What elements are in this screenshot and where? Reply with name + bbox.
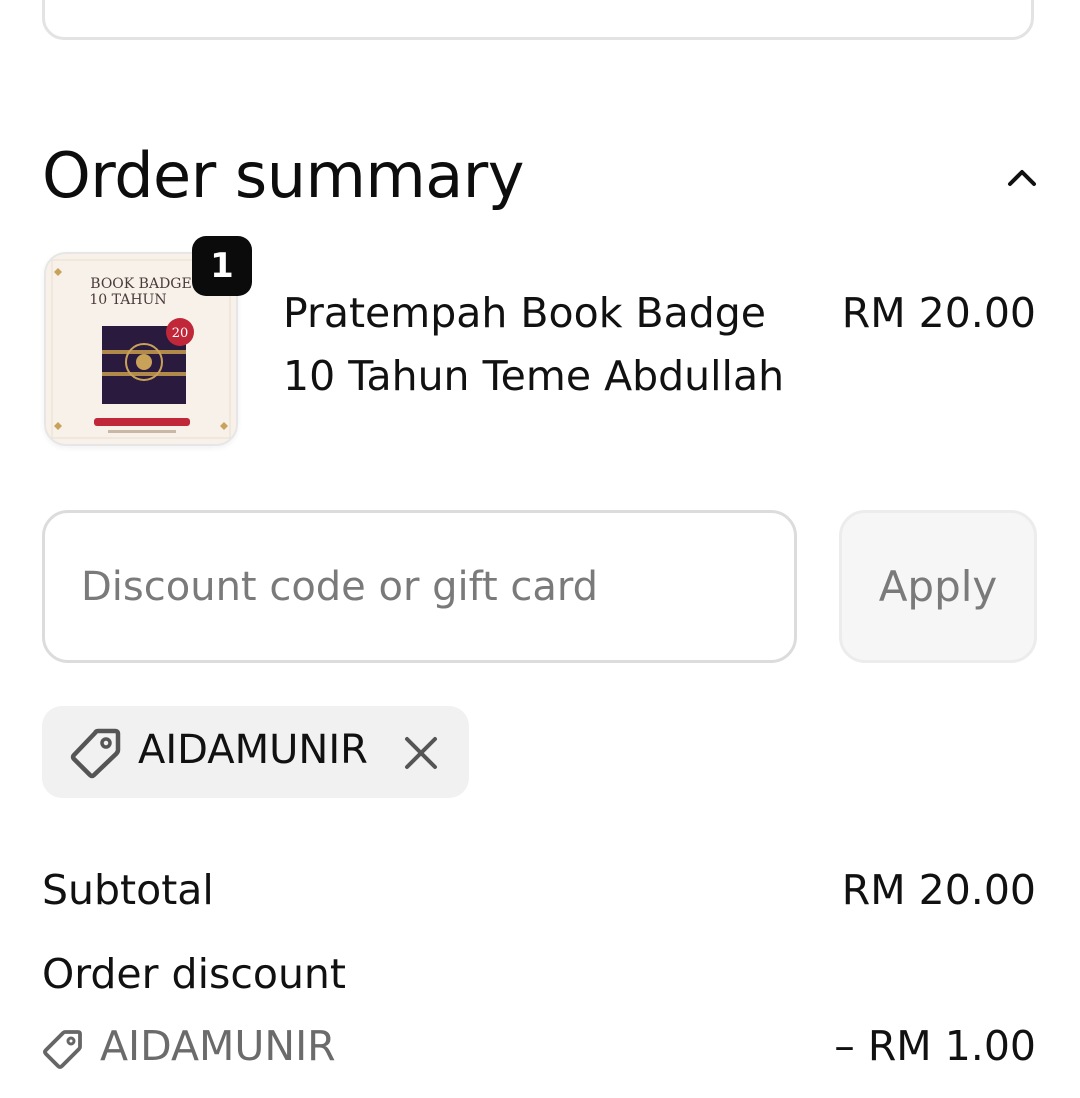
subtotal-label: Subtotal	[42, 866, 214, 914]
previous-section-card	[42, 0, 1034, 40]
product-name-line2: 10 Tahun Teme Abdullah	[283, 352, 785, 400]
product-name-line1: Pratempah Book Badge	[283, 289, 766, 337]
applied-discount-code: AIDAMUNIR	[138, 727, 368, 773]
order-summary-title: Order summary	[42, 139, 524, 212]
thumb-badge-number: 20	[172, 326, 189, 341]
applied-discount-chip: AIDAMUNIR	[42, 706, 469, 798]
subtotal-value: RM 20.00	[841, 866, 1036, 914]
close-icon	[405, 737, 437, 769]
tag-icon	[43, 1030, 82, 1069]
chevron-up-icon	[1008, 170, 1036, 186]
remove-discount-button[interactable]	[398, 730, 444, 776]
discount-code-input[interactable]	[42, 510, 797, 663]
product-name[interactable]: Pratempah Book Badge 10 Tahun Teme Abdul…	[283, 282, 803, 408]
order-discount-label: Order discount	[42, 950, 346, 998]
order-discount-code: AIDAMUNIR	[100, 1022, 336, 1070]
tag-icon	[70, 728, 121, 779]
product-price: RM 20.00	[841, 289, 1036, 337]
quantity-badge: 1	[192, 236, 252, 296]
thumb-heading-line1: BOOK BADGE	[90, 276, 191, 292]
apply-discount-button[interactable]: Apply	[839, 510, 1037, 663]
order-discount-value: – RM 1.00	[834, 1022, 1036, 1070]
thumb-heading-line2: 10 TAHUN	[89, 292, 166, 308]
collapse-summary-button[interactable]	[996, 152, 1048, 204]
